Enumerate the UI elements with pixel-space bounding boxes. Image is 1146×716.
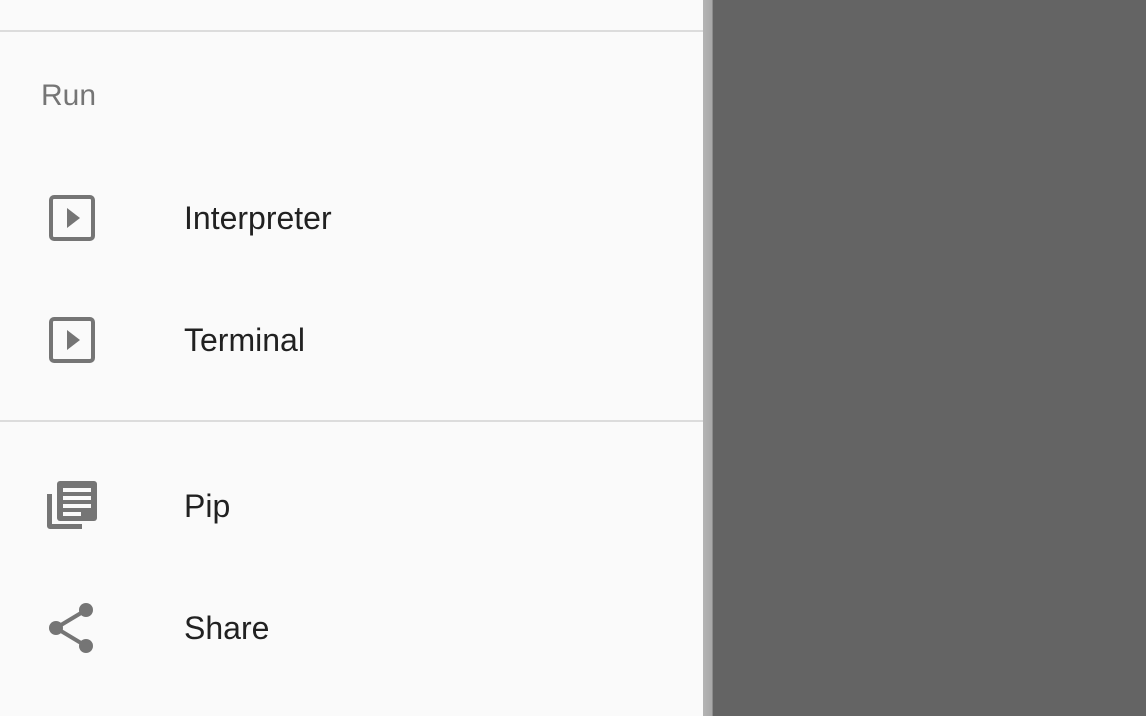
menu-item-label: Interpreter (184, 200, 332, 236)
section-header-run: Run (41, 79, 97, 112)
app-screen: Run Interpreter Terminal Pip Share (0, 0, 1146, 716)
play-box-icon (42, 310, 102, 370)
menu-item-label: Share (184, 610, 270, 646)
divider-top (0, 30, 713, 32)
menu-item-pip[interactable]: Pip (0, 451, 703, 561)
play-box-icon (42, 188, 102, 248)
menu-item-share[interactable]: Share (0, 573, 703, 683)
menu-item-label: Terminal (184, 322, 305, 358)
share-icon (42, 598, 102, 658)
navigation-drawer: Run Interpreter Terminal Pip Share (0, 0, 713, 716)
divider-middle (0, 420, 713, 422)
drawer-edge-shadow (703, 0, 713, 716)
menu-item-label: Pip (184, 488, 231, 524)
library-books-icon (42, 476, 102, 536)
menu-item-terminal[interactable]: Terminal (0, 285, 703, 395)
menu-item-interpreter[interactable]: Interpreter (0, 163, 703, 273)
